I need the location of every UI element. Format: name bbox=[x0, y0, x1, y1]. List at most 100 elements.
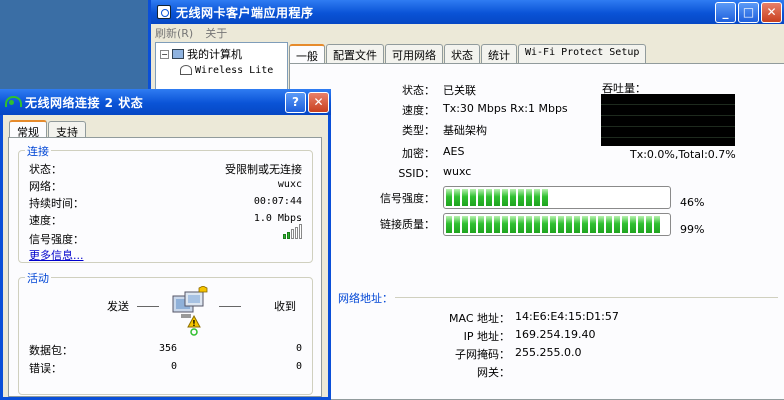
collapse-icon[interactable]: − bbox=[160, 49, 169, 59]
progress-segment bbox=[454, 189, 460, 206]
conn-network-label: 网络： bbox=[29, 180, 62, 193]
subnet-mask-label: 子网掩码： bbox=[455, 348, 510, 361]
progress-segment bbox=[478, 189, 484, 206]
signal-bar bbox=[299, 224, 302, 239]
errors-received-value: 0 bbox=[295, 361, 302, 372]
tree-child-label: Wireless Lite bbox=[195, 64, 274, 76]
signal-strength-label: 信号强度： bbox=[380, 192, 435, 205]
packets-label: 数据包： bbox=[29, 344, 73, 357]
device-tree: − 我的计算机 Wireless Lite bbox=[155, 42, 288, 90]
tab-statistics[interactable]: 统计 bbox=[481, 44, 517, 64]
activity-group-title: 活动 bbox=[25, 270, 51, 286]
status-label: 状态： bbox=[402, 84, 435, 97]
conn-speed-label: 速度： bbox=[29, 214, 62, 227]
network-address-group-line bbox=[338, 297, 778, 298]
status-dialog-title: 无线网络连接 2 状态 bbox=[25, 95, 144, 110]
link-quality-label: 链接质量： bbox=[380, 218, 435, 231]
type-value: 基础架构 bbox=[443, 124, 487, 137]
conn-signal-label: 信号强度： bbox=[29, 233, 84, 246]
progress-segment bbox=[550, 216, 556, 233]
progress-segment bbox=[470, 189, 476, 206]
sent-label: 发送 bbox=[107, 300, 129, 313]
progress-segment bbox=[574, 216, 580, 233]
progress-segment bbox=[614, 216, 620, 233]
progress-segment bbox=[598, 216, 604, 233]
progress-segment bbox=[606, 216, 612, 233]
speed-label: 速度： bbox=[402, 104, 435, 117]
progress-segment bbox=[638, 216, 644, 233]
progress-segment bbox=[630, 216, 636, 233]
speed-value: Tx:30 Mbps Rx:1 Mbps bbox=[443, 102, 568, 115]
close-button[interactable]: ✕ bbox=[761, 1, 782, 23]
progress-segment bbox=[534, 216, 540, 233]
tree-item-my-computer[interactable]: − 我的计算机 bbox=[160, 46, 283, 62]
status-general-panel: 连接 状态： 受限制或无连接 网络： wuxc 持续时间： 00:07:44 速… bbox=[8, 137, 322, 397]
progress-segment bbox=[526, 189, 532, 206]
progress-segment bbox=[494, 216, 500, 233]
ssid-label: SSID： bbox=[398, 167, 435, 180]
progress-segment bbox=[542, 189, 548, 206]
more-info-link[interactable]: 更多信息... bbox=[29, 247, 84, 263]
progress-segment bbox=[462, 216, 468, 233]
network-address-title: 网络地址： bbox=[336, 290, 395, 306]
throughput-value: Tx:0.0%,Total:0.7% bbox=[630, 148, 736, 161]
signal-bar bbox=[295, 226, 298, 239]
signal-bar bbox=[283, 234, 286, 239]
conn-duration-label: 持续时间： bbox=[29, 197, 84, 210]
received-line bbox=[219, 306, 241, 307]
signal-bars-icon bbox=[283, 224, 302, 239]
ssid-value: wuxc bbox=[443, 165, 472, 178]
connection-group-title: 连接 bbox=[25, 143, 51, 159]
tab-wifi-protect-setup[interactable]: Wi-Fi Protect Setup bbox=[518, 44, 647, 64]
minimize-button[interactable]: _ bbox=[715, 1, 736, 23]
mac-address-value: 14:E6:E4:15:D1:57 bbox=[515, 310, 619, 323]
signal-bar bbox=[291, 229, 294, 239]
link-quality-percent: 99% bbox=[680, 223, 705, 236]
subnet-mask-value: 255.255.0.0 bbox=[515, 346, 582, 359]
throughput-graph bbox=[601, 94, 735, 146]
wireless-signal-icon bbox=[4, 96, 22, 108]
computer-icon bbox=[172, 49, 184, 59]
progress-segment bbox=[646, 216, 652, 233]
maximize-button[interactable]: □ bbox=[738, 1, 759, 23]
ip-address-value: 169.254.19.40 bbox=[515, 328, 596, 341]
tab-status[interactable]: 状态 bbox=[444, 44, 480, 64]
progress-segment bbox=[542, 216, 548, 233]
tab-available-networks[interactable]: 可用网络 bbox=[385, 44, 443, 64]
client-app-titlebar[interactable]: 无线网卡客户端应用程序 _ □ ✕ bbox=[151, 0, 784, 24]
conn-network-value: wuxc bbox=[277, 179, 302, 190]
ip-address-label: IP 地址： bbox=[463, 330, 510, 343]
menu-about[interactable]: 关于 bbox=[205, 25, 227, 41]
help-button[interactable]: ? bbox=[285, 91, 306, 113]
tree-item-wireless-lite[interactable]: Wireless Lite bbox=[160, 62, 283, 78]
tree-root-label: 我的计算机 bbox=[187, 48, 242, 61]
mac-address-label: MAC 地址： bbox=[449, 312, 510, 325]
signal-strength-percent: 46% bbox=[680, 196, 705, 209]
wireless-adapter-icon bbox=[180, 65, 192, 75]
conn-speed-value: 1.0 Mbps bbox=[253, 213, 302, 224]
signal-strength-fill bbox=[446, 189, 668, 206]
progress-segment bbox=[582, 216, 588, 233]
status-close-button[interactable]: ✕ bbox=[308, 91, 329, 113]
signal-strength-bar bbox=[443, 186, 671, 209]
menu-refresh[interactable]: 刷新(R) bbox=[155, 25, 193, 41]
progress-segment bbox=[446, 189, 452, 206]
status-dialog-titlebar[interactable]: 无线网络连接 2 状态 ? ✕ bbox=[0, 89, 331, 115]
tab-profiles[interactable]: 配置文件 bbox=[326, 44, 384, 64]
activity-group: 活动 发送 收到 ! 数据包： 356 0 错误： 0 0 bbox=[18, 270, 313, 395]
progress-segment bbox=[494, 189, 500, 206]
signal-bar bbox=[287, 231, 290, 239]
progress-segment bbox=[446, 216, 452, 233]
progress-segment bbox=[510, 216, 516, 233]
link-quality-fill bbox=[446, 216, 668, 233]
progress-segment bbox=[462, 189, 468, 206]
progress-segment bbox=[502, 216, 508, 233]
errors-label: 错误： bbox=[29, 362, 62, 375]
progress-segment bbox=[486, 216, 492, 233]
tab-general[interactable]: 一般 bbox=[289, 44, 325, 65]
connection-status-dialog: 无线网络连接 2 状态 ? ✕ 常规 支持 连接 状态： 受限制或无连接 网络：… bbox=[0, 89, 331, 400]
conn-status-label: 状态： bbox=[29, 163, 62, 176]
sent-line bbox=[137, 306, 159, 307]
progress-segment bbox=[518, 189, 524, 206]
progress-segment bbox=[654, 216, 660, 233]
